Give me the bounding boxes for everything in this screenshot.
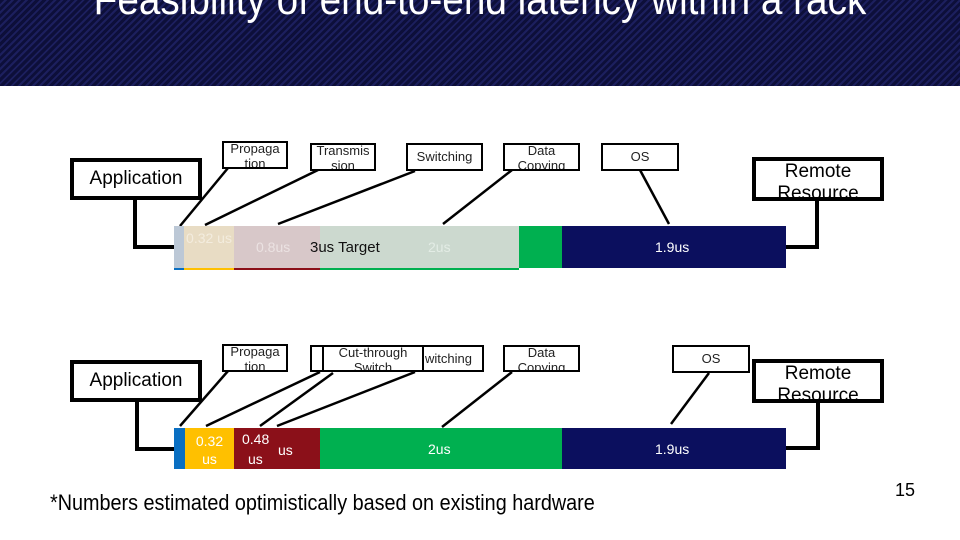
- top-seg-propagation: [174, 226, 184, 268]
- top-seg-switching: 0.8us: [234, 226, 320, 268]
- top-seg-os: 1.9us: [562, 226, 786, 268]
- bottom-remote-connector: [786, 402, 820, 450]
- bottom-cut-through-leader: [259, 371, 334, 428]
- bottom-app-connector: [135, 402, 174, 451]
- bottom-seg-cut-through-switching: 0.48 us us: [234, 428, 320, 469]
- page-number: 15: [895, 480, 916, 500]
- bottom-switching-leader: [276, 370, 416, 428]
- bottom-callout-propagation: Propaga tion: [222, 344, 288, 372]
- bottom-seg-data-copying: 2us: [320, 428, 562, 469]
- bottom-callout-os: OS: [672, 345, 750, 373]
- top-application-box: Application: [70, 158, 202, 200]
- top-seg-data-copying: [519, 226, 562, 268]
- top-remote-connector: [786, 200, 819, 249]
- slide-title: Feasibility of end-to-end latency within…: [58, 0, 903, 26]
- footnote: *Numbers estimated optimistically based …: [50, 490, 595, 515]
- top-target-overlay-label: 3us Target: [310, 239, 380, 256]
- top-callout-propagation: Propaga tion: [222, 141, 288, 169]
- bottom-remote-resource-box: Remote Resource: [752, 359, 884, 403]
- bottom-os-leader: [669, 372, 711, 425]
- top-data-copying-leader: [442, 169, 513, 225]
- bottom-application-box: Application: [70, 360, 202, 402]
- top-callout-transmission: Transmis sion: [310, 143, 376, 171]
- top-switching-leader: [277, 169, 416, 226]
- top-os-leader: [638, 169, 671, 225]
- top-callout-os: OS: [601, 143, 679, 171]
- top-callout-data-copying: Data Copying: [503, 143, 580, 171]
- top-transmission-leader: [204, 168, 319, 227]
- top-app-connector: [133, 200, 174, 249]
- top-callout-switching: Switching: [406, 143, 483, 171]
- bottom-callout-switching: witching: [422, 345, 484, 372]
- top-remote-resource-box: Remote Resource: [752, 157, 884, 201]
- bottom-callout-cut-through: Cut-through Switch: [322, 345, 424, 372]
- title-bar: Feasibility of end-to-end latency within…: [0, 0, 960, 86]
- bottom-data-copying-leader: [441, 371, 513, 428]
- bottom-transmission-leader: [205, 370, 321, 428]
- bottom-callout-data-copying: Data Copying: [503, 345, 580, 372]
- bottom-seg-propagation: [174, 428, 185, 469]
- top-seg-transmission: 0.32 us: [184, 226, 234, 268]
- bottom-seg-os: 1.9us: [562, 428, 786, 469]
- bottom-seg-transmission: 0.32 us: [185, 428, 234, 469]
